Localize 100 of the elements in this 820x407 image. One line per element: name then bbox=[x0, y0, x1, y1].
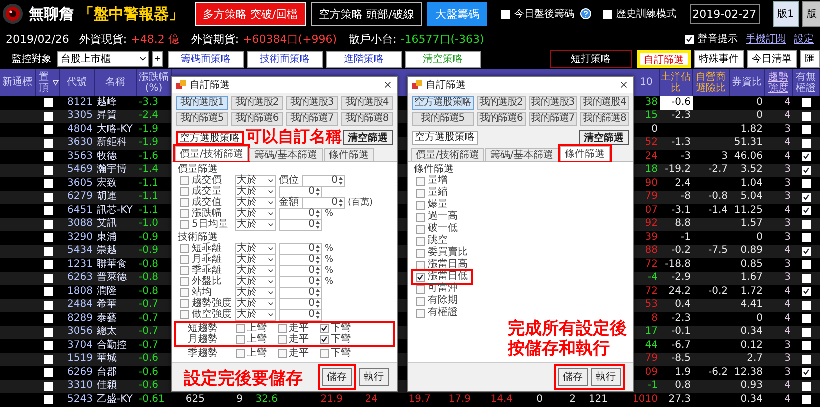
view-tab[interactable]: 今日清單 bbox=[747, 50, 797, 68]
name-field[interactable]: 空方選股策略 bbox=[176, 130, 244, 144]
link[interactable]: 手機訂閱 bbox=[746, 32, 786, 46]
column-header[interactable]: 置頂 bbox=[36, 72, 52, 94]
number-field[interactable]: 0 bbox=[279, 264, 322, 276]
column-header[interactable]: 土洋佔比 bbox=[660, 72, 692, 94]
preset-button[interactable]: 我的篩選6 bbox=[231, 112, 283, 126]
checkbox[interactable] bbox=[180, 288, 189, 297]
checkbox[interactable] bbox=[416, 200, 425, 210]
spinner-icon[interactable] bbox=[316, 188, 320, 196]
checkbox[interactable] bbox=[416, 260, 425, 270]
checkbox[interactable] bbox=[802, 166, 811, 175]
column-header[interactable]: 自營商避險比 bbox=[693, 72, 729, 94]
tab[interactable]: 條件篩選 bbox=[324, 148, 374, 161]
operator-select[interactable]: 大於 bbox=[235, 242, 276, 254]
help-icon[interactable] bbox=[580, 8, 592, 20]
column-header[interactable]: 新通標 bbox=[2, 77, 32, 88]
checkbox[interactable] bbox=[416, 188, 425, 198]
checkbox[interactable] bbox=[180, 220, 189, 229]
checkbox[interactable] bbox=[278, 335, 287, 344]
close-icon[interactable] bbox=[383, 80, 393, 90]
filter-icon[interactable] bbox=[53, 80, 59, 86]
operator-select[interactable]: 大於 bbox=[235, 186, 276, 198]
number-field[interactable]: 0 bbox=[279, 298, 322, 310]
checkbox[interactable] bbox=[180, 310, 189, 319]
market-select[interactable]: 台股上市櫃 bbox=[57, 51, 149, 67]
tab[interactable]: 價量/技術篩選 bbox=[175, 146, 248, 161]
checkbox[interactable] bbox=[802, 206, 811, 216]
spinner-icon[interactable] bbox=[316, 278, 320, 286]
strategy-button[interactable]: 籌碼面策略 bbox=[168, 50, 244, 68]
checkbox[interactable] bbox=[180, 176, 189, 185]
spinner-icon[interactable] bbox=[316, 256, 320, 264]
number-field[interactable]: 0 bbox=[279, 186, 322, 198]
preset-button[interactable]: 我的選股1 bbox=[176, 96, 228, 110]
spinner-icon[interactable] bbox=[316, 244, 320, 252]
version-tab[interactable]: 版1 bbox=[772, 1, 799, 27]
checkbox[interactable] bbox=[236, 349, 245, 358]
checkbox[interactable] bbox=[416, 212, 425, 222]
checkbox[interactable] bbox=[180, 187, 189, 196]
column-header[interactable]: 漲跌幅(%) bbox=[137, 72, 171, 94]
column-header[interactable]: 趨勢強度 bbox=[765, 72, 792, 94]
number-field[interactable]: 0 bbox=[302, 174, 345, 186]
spinner-icon[interactable] bbox=[316, 310, 320, 318]
checkbox[interactable] bbox=[180, 244, 189, 253]
preset-button[interactable]: 我的選股4 bbox=[580, 96, 629, 110]
number-field[interactable]: 0 bbox=[279, 208, 322, 220]
link[interactable]: 設定 bbox=[794, 32, 814, 46]
add-button[interactable]: + bbox=[152, 51, 163, 67]
checkbox[interactable] bbox=[416, 296, 425, 306]
checkbox[interactable] bbox=[180, 255, 189, 264]
dialog-button[interactable]: 執行 bbox=[591, 368, 621, 386]
checkbox[interactable] bbox=[236, 324, 245, 333]
spinner-icon[interactable] bbox=[316, 266, 320, 274]
version-tab[interactable]: 版 bbox=[802, 1, 820, 27]
preset-button[interactable]: 我的篩選7 bbox=[528, 112, 578, 126]
checkbox[interactable] bbox=[685, 34, 694, 44]
number-field[interactable]: 0 bbox=[279, 286, 322, 298]
strategy-button[interactable]: 空方策略 頭部/破線 bbox=[311, 2, 422, 26]
column-header[interactable]: 10 bbox=[640, 77, 653, 88]
clear-button[interactable]: 清空篩選 bbox=[343, 130, 393, 145]
preset-button[interactable]: 我的選股2 bbox=[231, 96, 283, 110]
operator-select[interactable]: 大於 bbox=[235, 264, 276, 276]
clear-button[interactable]: 清空篩選 bbox=[579, 130, 629, 145]
checkbox[interactable] bbox=[802, 152, 811, 162]
number-field[interactable]: 0 bbox=[279, 254, 322, 266]
dialog-button[interactable]: 儲存 bbox=[322, 368, 352, 386]
operator-select[interactable]: 大於 bbox=[235, 286, 276, 298]
checkbox[interactable] bbox=[802, 192, 811, 202]
checkbox[interactable] bbox=[278, 349, 287, 358]
preset-button[interactable]: 我的篩選5 bbox=[412, 112, 474, 126]
view-tab[interactable]: 短打策略 bbox=[550, 50, 632, 68]
dialog-button[interactable]: 執行 bbox=[359, 368, 389, 386]
column-header[interactable]: 名稱 bbox=[106, 77, 126, 88]
spinner-icon[interactable] bbox=[316, 288, 320, 296]
checkbox[interactable] bbox=[416, 272, 425, 282]
preset-button[interactable]: 我的選股4 bbox=[341, 96, 393, 110]
checkbox[interactable] bbox=[320, 324, 329, 333]
dialog-button[interactable]: 儲存 bbox=[558, 368, 588, 386]
preset-button[interactable]: 我的選股3 bbox=[286, 96, 338, 110]
preset-button[interactable]: 我的篩選8 bbox=[580, 112, 629, 126]
preset-button[interactable]: 我的篩選5 bbox=[176, 112, 228, 126]
checkbox[interactable] bbox=[802, 368, 811, 378]
operator-select[interactable]: 大於 bbox=[235, 276, 276, 288]
strategy-button[interactable]: 多方策略 突破/回檔 bbox=[195, 2, 306, 26]
preset-button[interactable]: 我的選股2 bbox=[476, 96, 526, 110]
number-field[interactable]: 0 bbox=[279, 308, 322, 320]
name-field[interactable]: 空方選股策略 bbox=[412, 130, 478, 144]
operator-select[interactable]: 大於 bbox=[235, 196, 276, 208]
checkbox[interactable] bbox=[802, 246, 811, 256]
spinner-icon[interactable] bbox=[339, 198, 343, 206]
operator-select[interactable]: 大於 bbox=[235, 174, 276, 186]
checkbox[interactable] bbox=[416, 176, 425, 186]
close-icon[interactable] bbox=[619, 80, 629, 90]
operator-select[interactable]: 大於 bbox=[235, 208, 276, 220]
operator-select[interactable]: 大於 bbox=[235, 218, 276, 230]
operator-select[interactable]: 大於 bbox=[235, 254, 276, 266]
view-tab[interactable]: 特殊事件 bbox=[694, 50, 744, 68]
strategy-button[interactable]: 技術面策略 bbox=[247, 50, 323, 68]
number-field[interactable]: 0 bbox=[279, 242, 322, 254]
preset-button[interactable]: 我的篩選6 bbox=[476, 112, 526, 126]
